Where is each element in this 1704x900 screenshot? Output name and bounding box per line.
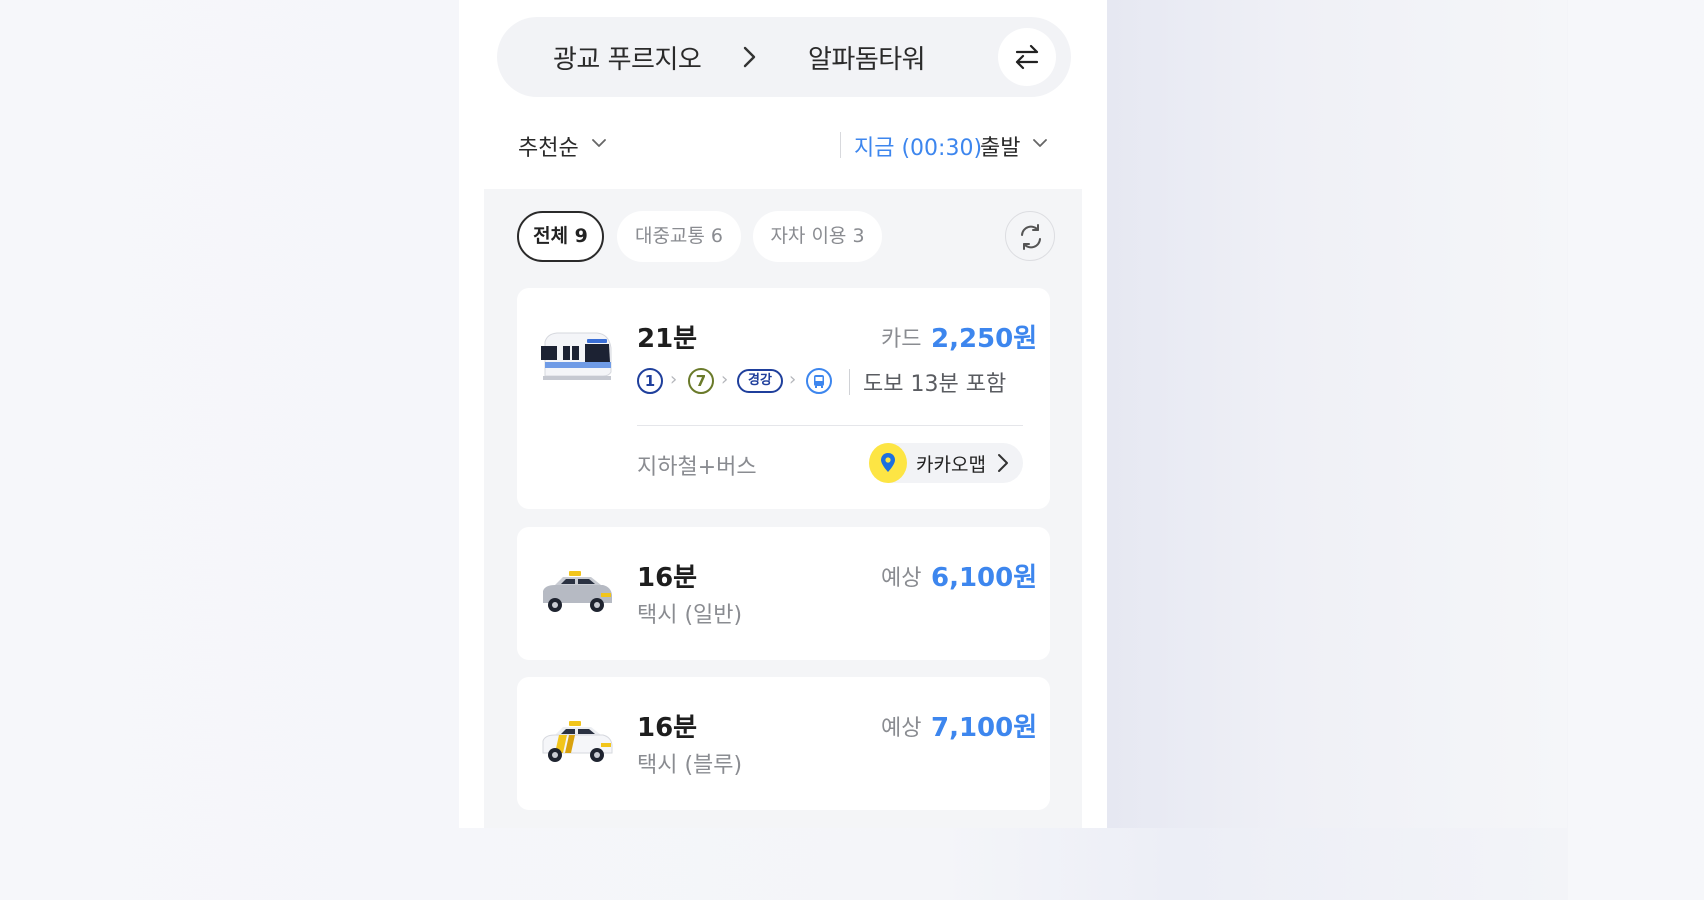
duration: 21분 (637, 324, 698, 354)
gyeonggang-line-badge: 경강 (737, 369, 783, 393)
divider (637, 425, 1023, 426)
subway-bus-icon (541, 332, 612, 380)
chevron-right-icon (743, 46, 756, 68)
duration: 16분 (637, 713, 698, 743)
step-separator: › (670, 369, 678, 390)
route-card[interactable]: 21분 카드 2,250원 1 › 7 › 경강 › 도보 13분 포함 지하철… (517, 288, 1050, 509)
walk-note: 도보 13분 포함 (863, 372, 1007, 397)
refresh-icon (1021, 224, 1041, 250)
transport-mode: 택시 (블루) (637, 753, 743, 778)
subway-line-7-badge: 7 (688, 368, 714, 394)
price: 6,100원 (931, 563, 1038, 593)
transport-mode: 지하철+버스 (637, 455, 757, 480)
chevron-down-icon[interactable] (1033, 138, 1047, 148)
kakaomap-label: 카카오맵 (916, 454, 986, 476)
sort-dropdown[interactable]: 추천순 (518, 130, 579, 162)
duration: 16분 (637, 563, 698, 593)
swap-route-button[interactable] (998, 28, 1056, 86)
filter-chip-transit[interactable]: 대중교통 6 (617, 211, 741, 262)
route-steps: 1 › 7 › 경강 › 도보 13분 포함 (637, 366, 1027, 397)
results-list: 전체 9 대중교통 6 자차 이용 3 21분 카드 2,250원 1 › 7 … (484, 189, 1082, 828)
taxi-regular-icon (543, 571, 612, 612)
step-separator: › (789, 369, 797, 390)
price-prefix: 예상 (881, 566, 922, 591)
map-pin-icon (869, 443, 907, 483)
taxi-blue-icon (542, 721, 613, 762)
price: 7,100원 (931, 713, 1038, 743)
kakaomap-link-button[interactable]: 카카오맵 (869, 443, 1023, 483)
depart-time[interactable]: 지금 (00:30) (854, 130, 982, 162)
transport-mode: 택시 (일반) (637, 603, 743, 628)
bus-icon (806, 368, 832, 394)
options-row: 추천순 지금 (00:30) 출발 (459, 120, 1107, 170)
filter-chip-car[interactable]: 자차 이용 3 (753, 211, 882, 262)
destination-label[interactable]: 알파돔타워 (808, 39, 926, 76)
price: 2,250원 (931, 324, 1038, 354)
depart-label[interactable]: 출발 (980, 130, 1020, 162)
divider (840, 132, 841, 158)
phone-screen: 광교 푸르지오 알파돔타워 추천순 지금 (00:30) 출발 전체 9 대중교… (459, 0, 1107, 828)
background-shadow (1107, 0, 1567, 828)
route-card[interactable]: 16분 예상 6,100원 택시 (일반) (517, 527, 1050, 660)
chevron-right-icon (998, 454, 1008, 472)
swap-arrows-icon (1015, 44, 1039, 70)
route-bar[interactable]: 광교 푸르지오 알파돔타워 (497, 17, 1071, 97)
filter-chip-all[interactable]: 전체 9 (517, 211, 604, 262)
origin-label[interactable]: 광교 푸르지오 (553, 39, 702, 76)
step-separator: › (721, 369, 729, 390)
chevron-down-icon[interactable] (592, 138, 606, 148)
price-prefix: 예상 (881, 716, 922, 741)
price-prefix: 카드 (881, 327, 922, 352)
route-card[interactable]: 16분 예상 7,100원 택시 (블루) (517, 677, 1050, 810)
refresh-button[interactable] (1005, 211, 1055, 261)
divider (849, 369, 850, 395)
subway-line-1-badge: 1 (637, 368, 663, 394)
